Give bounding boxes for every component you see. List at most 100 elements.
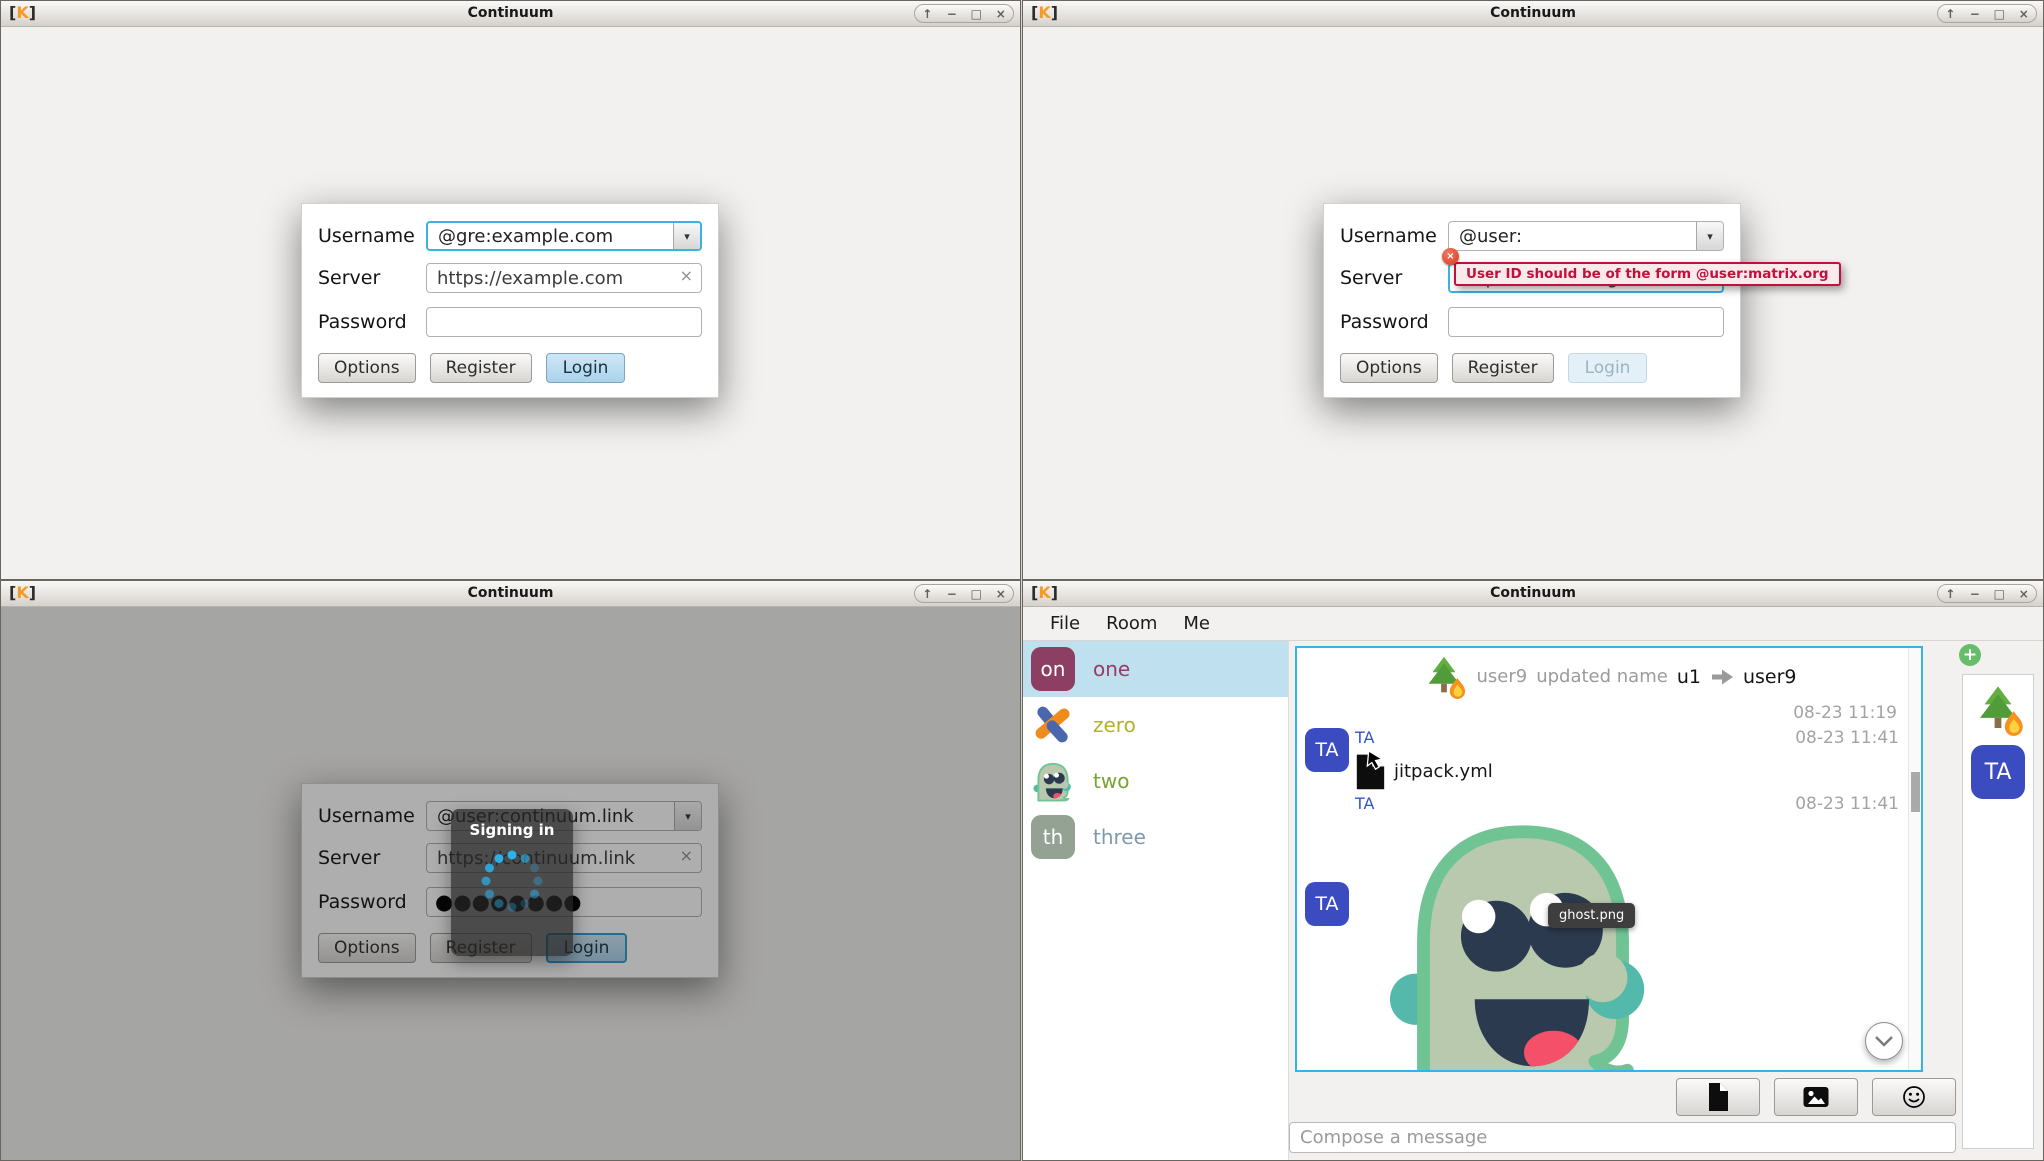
member-avatar[interactable]: TA bbox=[1971, 745, 2025, 799]
options-button[interactable]: Options bbox=[1340, 353, 1438, 383]
sender-name: TA bbox=[1355, 794, 1374, 813]
window-title: Continuum bbox=[1023, 5, 2043, 21]
file-attachment[interactable]: jitpack.yml bbox=[1355, 750, 1899, 792]
chat-body: on one zero two th three bbox=[1023, 641, 2043, 1160]
room-row-one[interactable]: on one bbox=[1023, 641, 1288, 697]
jump-to-bottom-button[interactable] bbox=[1865, 1022, 1903, 1060]
menu-room[interactable]: Room bbox=[1093, 613, 1170, 634]
event-action: updated name bbox=[1536, 666, 1668, 687]
close-button[interactable]: × bbox=[2012, 5, 2037, 22]
compose-toolbar bbox=[1295, 1078, 1956, 1116]
close-button[interactable]: × bbox=[989, 585, 1014, 602]
titlebar[interactable]: [K] Continuum ↑ − □ × bbox=[1, 1, 1020, 27]
room-avatar: th bbox=[1031, 815, 1075, 859]
attach-image-button[interactable] bbox=[1774, 1078, 1858, 1116]
spinner-icon bbox=[474, 843, 550, 919]
sender-avatar[interactable]: TA bbox=[1305, 728, 1349, 772]
password-label: Password bbox=[318, 311, 426, 333]
message-scrollbar[interactable] bbox=[1908, 648, 1921, 1070]
window-content: Username @gre:example.com ▾ Server https… bbox=[1, 27, 1020, 579]
file-icon bbox=[1355, 750, 1386, 792]
name-change-event: user9 updated name u1 user9 bbox=[1297, 648, 1921, 700]
minimize-button[interactable]: − bbox=[1963, 585, 1988, 602]
room-label: one bbox=[1093, 657, 1130, 681]
event-old-name: u1 bbox=[1677, 666, 1701, 688]
maximize-button[interactable]: □ bbox=[1987, 5, 2012, 22]
minimize-button[interactable]: − bbox=[940, 5, 965, 22]
smiley-icon bbox=[1901, 1084, 1927, 1110]
room-label: two bbox=[1093, 769, 1129, 793]
menu-file[interactable]: File bbox=[1037, 613, 1093, 634]
shade-button[interactable]: ↑ bbox=[1938, 5, 1963, 22]
login-button[interactable]: Login bbox=[546, 353, 626, 383]
room-row-zero[interactable]: zero bbox=[1023, 697, 1288, 753]
username-combobox[interactable]: @user: ▾ bbox=[1448, 221, 1724, 251]
room-avatar-ghost-icon bbox=[1031, 759, 1075, 803]
window-login-error: [K] Continuum ↑ − □ × Username @user: ▾ bbox=[1022, 0, 2044, 580]
chevron-down-icon[interactable]: ▾ bbox=[673, 223, 700, 249]
chevron-down-icon[interactable]: ▾ bbox=[1696, 222, 1723, 250]
message-timestamp: 08-23 11:41 bbox=[1795, 728, 1899, 748]
chevron-down-icon bbox=[1874, 1035, 1894, 1047]
titlebar[interactable]: [K] Continuum ↑ − □ × bbox=[1023, 1, 2043, 27]
message-file: TA TA 08-23 11:41 jitpack.y bbox=[1297, 726, 1921, 792]
event-new-name: user9 bbox=[1743, 666, 1797, 688]
password-input[interactable] bbox=[1448, 307, 1724, 337]
login-panel: Username @gre:example.com ▾ Server https… bbox=[301, 203, 719, 398]
add-member-button[interactable]: + bbox=[1959, 644, 1981, 666]
minimize-button[interactable]: − bbox=[940, 585, 965, 602]
window-title: Continuum bbox=[1023, 585, 2043, 601]
member-avatar-tree-fire-icon[interactable] bbox=[1971, 683, 2025, 737]
tree-fire-avatar-icon bbox=[1421, 654, 1467, 700]
room-row-two[interactable]: two bbox=[1023, 753, 1288, 809]
username-combobox[interactable]: @gre:example.com ▾ bbox=[426, 221, 702, 251]
signing-in-popup: Signing in bbox=[451, 809, 573, 956]
event-timestamp: 08-23 11:19 bbox=[1297, 700, 1921, 726]
titlebar[interactable]: [K] Continuum ↑ − □ × bbox=[1, 581, 1020, 607]
image-tooltip: ghost.png bbox=[1548, 903, 1635, 928]
file-icon bbox=[1706, 1082, 1730, 1112]
emoji-button[interactable] bbox=[1872, 1078, 1956, 1116]
login-button-disabled: Login bbox=[1568, 353, 1648, 383]
scrollbar-thumb[interactable] bbox=[1911, 772, 1920, 812]
attach-file-button[interactable] bbox=[1676, 1078, 1760, 1116]
register-button[interactable]: Register bbox=[430, 353, 532, 383]
server-input[interactable]: https://example.com bbox=[426, 263, 702, 293]
login-panel: Username @user: ▾ Server https://matrix.… bbox=[1323, 203, 1741, 398]
signing-in-label: Signing in bbox=[451, 821, 573, 839]
sender-avatar[interactable]: TA bbox=[1305, 882, 1349, 926]
server-label: Server bbox=[1340, 267, 1448, 289]
shade-button[interactable]: ↑ bbox=[915, 5, 940, 22]
window-content: Username @user:continuum.link ▾ Server h… bbox=[1, 607, 1020, 1160]
room-avatar: on bbox=[1031, 647, 1075, 691]
close-button[interactable]: × bbox=[2012, 585, 2037, 602]
room-avatar-k-logo-icon bbox=[1031, 703, 1075, 747]
clear-icon[interactable]: × bbox=[680, 268, 693, 284]
window-title: Continuum bbox=[1, 585, 1020, 601]
maximize-button[interactable]: □ bbox=[964, 5, 989, 22]
room-row-three[interactable]: th three bbox=[1023, 809, 1288, 865]
image-attachment-ghost[interactable] bbox=[1360, 816, 1899, 1072]
window-controls: ↑ − □ × bbox=[1937, 584, 2037, 603]
shade-button[interactable]: ↑ bbox=[1938, 585, 1963, 602]
maximize-button[interactable]: □ bbox=[1987, 585, 2012, 602]
error-tooltip: User ID should be of the form @user:matr… bbox=[1454, 262, 1841, 286]
register-button[interactable]: Register bbox=[1452, 353, 1554, 383]
window-chat: [K] Continuum ↑ − □ × File Room Me on on… bbox=[1022, 580, 2044, 1161]
desktop: [K] Continuum ↑ − □ × Username @gre:exam… bbox=[0, 0, 2044, 1161]
window-controls: ↑ − □ × bbox=[914, 584, 1014, 603]
shade-button[interactable]: ↑ bbox=[915, 585, 940, 602]
message-list: user9 updated name u1 user9 08-23 11:19 … bbox=[1295, 646, 1923, 1072]
titlebar[interactable]: [K] Continuum ↑ − □ × bbox=[1023, 581, 2043, 607]
menu-bar: File Room Me bbox=[1023, 607, 2043, 641]
member-list: TA bbox=[1962, 674, 2034, 1149]
menu-me[interactable]: Me bbox=[1170, 613, 1223, 634]
window-title: Continuum bbox=[1, 5, 1020, 21]
password-input[interactable] bbox=[426, 307, 702, 337]
minimize-button[interactable]: − bbox=[1963, 5, 1988, 22]
window-content: Username @user: ▾ Server https://matrix.… bbox=[1023, 27, 2043, 579]
compose-input[interactable] bbox=[1289, 1122, 1956, 1153]
options-button[interactable]: Options bbox=[318, 353, 416, 383]
maximize-button[interactable]: □ bbox=[964, 585, 989, 602]
close-button[interactable]: × bbox=[989, 5, 1014, 22]
